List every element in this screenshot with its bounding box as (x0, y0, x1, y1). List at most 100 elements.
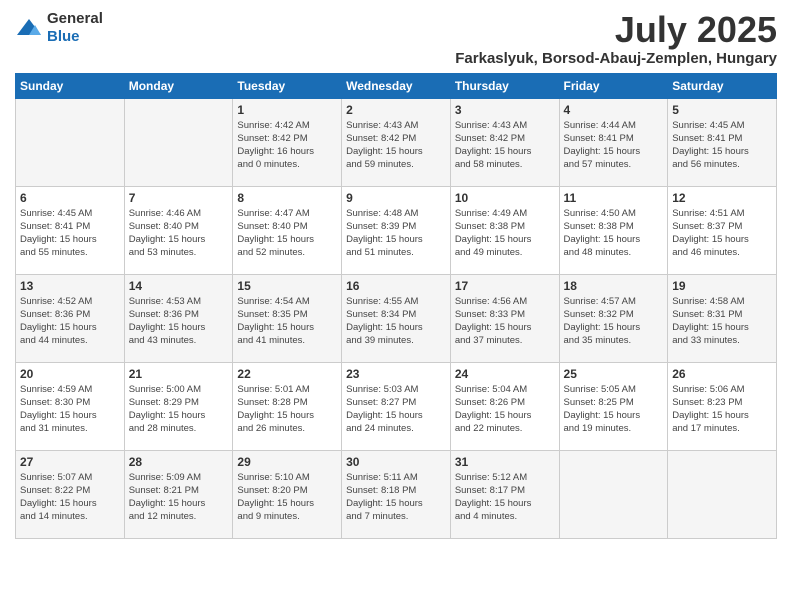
day-number: 28 (129, 455, 229, 469)
day-number: 29 (237, 455, 337, 469)
weekday-header-wednesday: Wednesday (342, 73, 451, 98)
day-number: 2 (346, 103, 446, 117)
calendar-week-row: 27 Sunrise: 5:07 AM Sunset: 8:22 PM Dayli… (16, 450, 777, 538)
day-info: Sunrise: 5:07 AM Sunset: 8:22 PM Dayligh… (20, 471, 120, 524)
calendar-week-row: 20 Sunrise: 4:59 AM Sunset: 8:30 PM Dayli… (16, 362, 777, 450)
day-number: 14 (129, 279, 229, 293)
calendar-day-13: 13 Sunrise: 4:52 AM Sunset: 8:36 PM Dayli… (16, 274, 125, 362)
calendar-day-19: 19 Sunrise: 4:58 AM Sunset: 8:31 PM Dayli… (668, 274, 777, 362)
day-info: Sunrise: 4:59 AM Sunset: 8:30 PM Dayligh… (20, 383, 120, 436)
day-number: 25 (564, 367, 664, 381)
calendar-day-1: 1 Sunrise: 4:42 AM Sunset: 8:42 PM Daylig… (233, 98, 342, 186)
weekday-header-friday: Friday (559, 73, 668, 98)
day-number: 10 (455, 191, 555, 205)
calendar-empty-cell (559, 450, 668, 538)
calendar-week-row: 1 Sunrise: 4:42 AM Sunset: 8:42 PM Daylig… (16, 98, 777, 186)
calendar-day-26: 26 Sunrise: 5:06 AM Sunset: 8:23 PM Dayli… (668, 362, 777, 450)
day-info: Sunrise: 4:49 AM Sunset: 8:38 PM Dayligh… (455, 207, 555, 260)
calendar-day-18: 18 Sunrise: 4:57 AM Sunset: 8:32 PM Dayli… (559, 274, 668, 362)
weekday-header-row: SundayMondayTuesdayWednesdayThursdayFrid… (16, 73, 777, 98)
day-info: Sunrise: 4:43 AM Sunset: 8:42 PM Dayligh… (455, 119, 555, 172)
calendar-day-17: 17Sunrise: 4:56 AM Sunset: 8:33 PM Dayli… (450, 274, 559, 362)
day-number: 26 (672, 367, 772, 381)
calendar-day-20: 20 Sunrise: 4:59 AM Sunset: 8:30 PM Dayli… (16, 362, 125, 450)
day-info: Sunrise: 4:54 AM Sunset: 8:35 PM Dayligh… (237, 295, 337, 348)
day-number: 20 (20, 367, 120, 381)
logo-text-blue: Blue (47, 28, 80, 45)
weekday-header-tuesday: Tuesday (233, 73, 342, 98)
day-info: Sunrise: 4:45 AM Sunset: 8:41 PM Dayligh… (20, 207, 120, 260)
calendar-day-29: 29Sunrise: 5:10 AM Sunset: 8:20 PM Dayli… (233, 450, 342, 538)
calendar-day-6: 6 Sunrise: 4:45 AM Sunset: 8:41 PM Daylig… (16, 186, 125, 274)
calendar-day-4: 4 Sunrise: 4:44 AM Sunset: 8:41 PM Daylig… (559, 98, 668, 186)
day-number: 13 (20, 279, 120, 293)
day-info: Sunrise: 4:58 AM Sunset: 8:31 PM Dayligh… (672, 295, 772, 348)
logo-icon (15, 17, 43, 39)
day-number: 19 (672, 279, 772, 293)
day-number: 27 (20, 455, 120, 469)
day-info: Sunrise: 4:57 AM Sunset: 8:32 PM Dayligh… (564, 295, 664, 348)
day-number: 15 (237, 279, 337, 293)
day-number: 23 (346, 367, 446, 381)
location-title: Farkaslyuk, Borsod-Abauj-Zemplen, Hungar… (455, 50, 777, 67)
calendar-day-31: 31 Sunrise: 5:12 AM Sunset: 8:17 PM Dayli… (450, 450, 559, 538)
calendar-day-27: 27 Sunrise: 5:07 AM Sunset: 8:22 PM Dayli… (16, 450, 125, 538)
day-info: Sunrise: 4:42 AM Sunset: 8:42 PM Dayligh… (237, 119, 337, 172)
calendar-header: SundayMondayTuesdayWednesdayThursdayFrid… (16, 73, 777, 98)
day-info: Sunrise: 5:06 AM Sunset: 8:23 PM Dayligh… (672, 383, 772, 436)
day-info: Sunrise: 5:03 AM Sunset: 8:27 PM Dayligh… (346, 383, 446, 436)
day-number: 31 (455, 455, 555, 469)
day-info: Sunrise: 4:43 AM Sunset: 8:42 PM Dayligh… (346, 119, 446, 172)
day-number: 6 (20, 191, 120, 205)
day-info: Sunrise: 4:44 AM Sunset: 8:41 PM Dayligh… (564, 119, 664, 172)
page-header: General Blue July 2025 Farkaslyuk, Borso… (15, 10, 777, 67)
calendar-day-30: 30 Sunrise: 5:11 AM Sunset: 8:18 PM Dayli… (342, 450, 451, 538)
calendar-table: SundayMondayTuesdayWednesdayThursdayFrid… (15, 73, 777, 539)
day-info: Sunrise: 4:51 AM Sunset: 8:37 PM Dayligh… (672, 207, 772, 260)
day-info: Sunrise: 5:09 AM Sunset: 8:21 PM Dayligh… (129, 471, 229, 524)
day-info: Sunrise: 5:04 AM Sunset: 8:26 PM Dayligh… (455, 383, 555, 436)
calendar-day-5: 5Sunrise: 4:45 AM Sunset: 8:41 PM Daylig… (668, 98, 777, 186)
calendar-day-23: 23 Sunrise: 5:03 AM Sunset: 8:27 PM Dayli… (342, 362, 451, 450)
day-number: 30 (346, 455, 446, 469)
day-info: Sunrise: 4:52 AM Sunset: 8:36 PM Dayligh… (20, 295, 120, 348)
calendar-day-16: 16Sunrise: 4:55 AM Sunset: 8:34 PM Dayli… (342, 274, 451, 362)
day-info: Sunrise: 5:01 AM Sunset: 8:28 PM Dayligh… (237, 383, 337, 436)
calendar-day-3: 3Sunrise: 4:43 AM Sunset: 8:42 PM Daylig… (450, 98, 559, 186)
day-info: Sunrise: 4:48 AM Sunset: 8:39 PM Dayligh… (346, 207, 446, 260)
logo-text-general: General (47, 10, 103, 27)
day-number: 8 (237, 191, 337, 205)
day-info: Sunrise: 4:47 AM Sunset: 8:40 PM Dayligh… (237, 207, 337, 260)
day-number: 18 (564, 279, 664, 293)
day-info: Sunrise: 5:12 AM Sunset: 8:17 PM Dayligh… (455, 471, 555, 524)
calendar-day-14: 14 Sunrise: 4:53 AM Sunset: 8:36 PM Dayli… (124, 274, 233, 362)
title-area: July 2025 Farkaslyuk, Borsod-Abauj-Zempl… (455, 10, 777, 67)
day-number: 1 (237, 103, 337, 117)
calendar-day-12: 12 Sunrise: 4:51 AM Sunset: 8:37 PM Dayli… (668, 186, 777, 274)
logo: General Blue (15, 10, 103, 46)
day-number: 11 (564, 191, 664, 205)
day-number: 7 (129, 191, 229, 205)
calendar-body: 1 Sunrise: 4:42 AM Sunset: 8:42 PM Daylig… (16, 98, 777, 538)
calendar-day-21: 21 Sunrise: 5:00 AM Sunset: 8:29 PM Dayli… (124, 362, 233, 450)
calendar-empty-cell (16, 98, 125, 186)
day-info: Sunrise: 4:53 AM Sunset: 8:36 PM Dayligh… (129, 295, 229, 348)
weekday-header-monday: Monday (124, 73, 233, 98)
day-number: 12 (672, 191, 772, 205)
calendar-day-2: 2 Sunrise: 4:43 AM Sunset: 8:42 PM Daylig… (342, 98, 451, 186)
day-number: 22 (237, 367, 337, 381)
weekday-header-thursday: Thursday (450, 73, 559, 98)
day-number: 16 (346, 279, 446, 293)
calendar-day-15: 15 Sunrise: 4:54 AM Sunset: 8:35 PM Dayli… (233, 274, 342, 362)
day-number: 4 (564, 103, 664, 117)
calendar-week-row: 13 Sunrise: 4:52 AM Sunset: 8:36 PM Dayli… (16, 274, 777, 362)
day-number: 21 (129, 367, 229, 381)
day-info: Sunrise: 4:56 AM Sunset: 8:33 PM Dayligh… (455, 295, 555, 348)
calendar-empty-cell (124, 98, 233, 186)
weekday-header-saturday: Saturday (668, 73, 777, 98)
day-info: Sunrise: 5:00 AM Sunset: 8:29 PM Dayligh… (129, 383, 229, 436)
weekday-header-sunday: Sunday (16, 73, 125, 98)
day-info: Sunrise: 4:50 AM Sunset: 8:38 PM Dayligh… (564, 207, 664, 260)
day-info: Sunrise: 5:11 AM Sunset: 8:18 PM Dayligh… (346, 471, 446, 524)
calendar-day-9: 9Sunrise: 4:48 AM Sunset: 8:39 PM Daylig… (342, 186, 451, 274)
